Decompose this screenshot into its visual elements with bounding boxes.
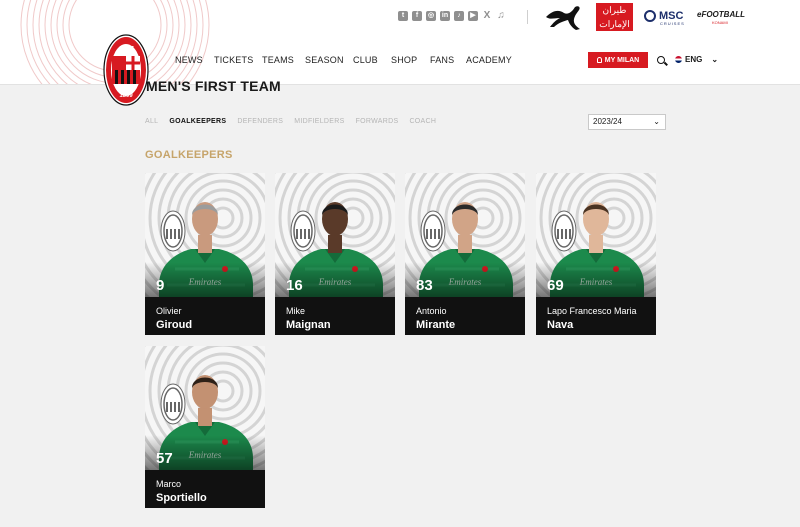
nav-tickets[interactable]: TICKETS: [214, 55, 253, 65]
player-first-name: Lapo Francesco Maria: [547, 306, 637, 316]
nav-academy[interactable]: ACADEMY: [466, 55, 512, 65]
player-card[interactable]: Emirates57MarcoSportiello: [145, 346, 265, 508]
tiktok-icon[interactable]: ♪: [454, 11, 464, 21]
player-card[interactable]: Emirates83AntonioMirante: [405, 173, 525, 335]
filter-coach[interactable]: COACH: [409, 118, 436, 125]
filter-defenders[interactable]: DEFENDERS: [237, 118, 283, 125]
player-card[interactable]: Emirates69Lapo Francesco MariaNava: [536, 173, 656, 335]
my-milan-button[interactable]: MY MILAN: [588, 52, 648, 68]
player-first-name: Mike: [286, 306, 306, 316]
player-first-name: Marco: [156, 479, 182, 489]
user-icon: [596, 57, 602, 63]
social-links: t f ◎ in ♪ ▶ X ♫: [398, 11, 506, 21]
filter-all[interactable]: ALL: [145, 118, 158, 125]
season-select[interactable]: 2023/24 ⌄: [588, 114, 666, 130]
player-last-name: Maignan: [286, 319, 331, 331]
efootball-logo[interactable]: eFOOTBALL: [697, 10, 745, 19]
player-card[interactable]: Emirates16MikeMaignan: [275, 173, 395, 335]
nav-teams[interactable]: TEAMS: [262, 55, 294, 65]
twitch-icon[interactable]: t: [398, 11, 408, 21]
x-icon[interactable]: X: [482, 11, 492, 21]
player-first-name: Olivier: [156, 306, 182, 316]
filter-forwards[interactable]: FORWARDS: [356, 118, 399, 125]
player-first-name: Antonio: [416, 306, 447, 316]
filter-goalkeepers[interactable]: GOALKEEPERS: [169, 118, 226, 125]
emirates-logo-arabic: طيران الإمارات: [599, 5, 630, 29]
chevron-down-icon: ⌄: [711, 55, 719, 64]
player-number: 16: [286, 277, 303, 294]
player-number: 57: [156, 450, 173, 467]
my-milan-label: MY MILAN: [604, 56, 640, 64]
chevron-down-icon: ⌄: [653, 117, 660, 126]
nav-news[interactable]: NEWS: [175, 55, 203, 65]
player-last-name: Mirante: [416, 319, 456, 331]
crest-acm-text: ACM: [118, 46, 134, 53]
player-card[interactable]: Emirates9OlivierGiroud: [145, 173, 265, 335]
music-icon[interactable]: ♫: [496, 11, 506, 21]
uk-flag-icon: [675, 56, 682, 63]
page-title: MEN'S FIRST TEAM: [146, 78, 281, 94]
facebook-icon[interactable]: f: [412, 11, 422, 21]
player-last-name: Giroud: [156, 319, 193, 331]
player-number: 83: [416, 277, 433, 294]
konami-logo: KONAMI: [712, 20, 728, 25]
emirates-logo[interactable]: طيران الإمارات Emirates: [596, 3, 633, 39]
filter-midfielders[interactable]: MIDFIELDERS: [294, 118, 344, 125]
player-last-name: Nava: [547, 319, 574, 331]
nav-fans[interactable]: FANS: [430, 55, 454, 65]
msc-globe-icon: [644, 10, 656, 22]
emirates-logo-text: Emirates: [602, 31, 627, 39]
language-selector[interactable]: ENG ⌄: [675, 55, 718, 64]
language-label: ENG: [685, 55, 703, 64]
section-title: GOALKEEPERS: [145, 149, 233, 161]
linkedin-icon[interactable]: in: [440, 11, 450, 21]
search-icon[interactable]: [657, 56, 665, 64]
player-last-name: Sportiello: [156, 492, 207, 504]
puma-logo[interactable]: [544, 3, 582, 31]
crest-year-text: 1899: [119, 93, 133, 99]
instagram-icon[interactable]: ◎: [426, 11, 436, 21]
ac-milan-crest[interactable]: ACM 1899: [103, 34, 149, 106]
youtube-icon[interactable]: ▶: [468, 11, 478, 21]
divider: [527, 10, 528, 24]
role-filters: ALL GOALKEEPERS DEFENDERS MIDFIELDERS FORWAR…: [145, 118, 436, 125]
season-value: 2023/24: [593, 117, 622, 126]
nav-club[interactable]: CLUB: [353, 55, 378, 65]
msc-logo-sub: CRUISES: [660, 21, 685, 26]
nav-shop[interactable]: SHOP: [391, 55, 417, 65]
player-number: 69: [547, 277, 564, 294]
player-number: 9: [156, 277, 165, 294]
nav-season[interactable]: SEASON: [305, 55, 344, 65]
